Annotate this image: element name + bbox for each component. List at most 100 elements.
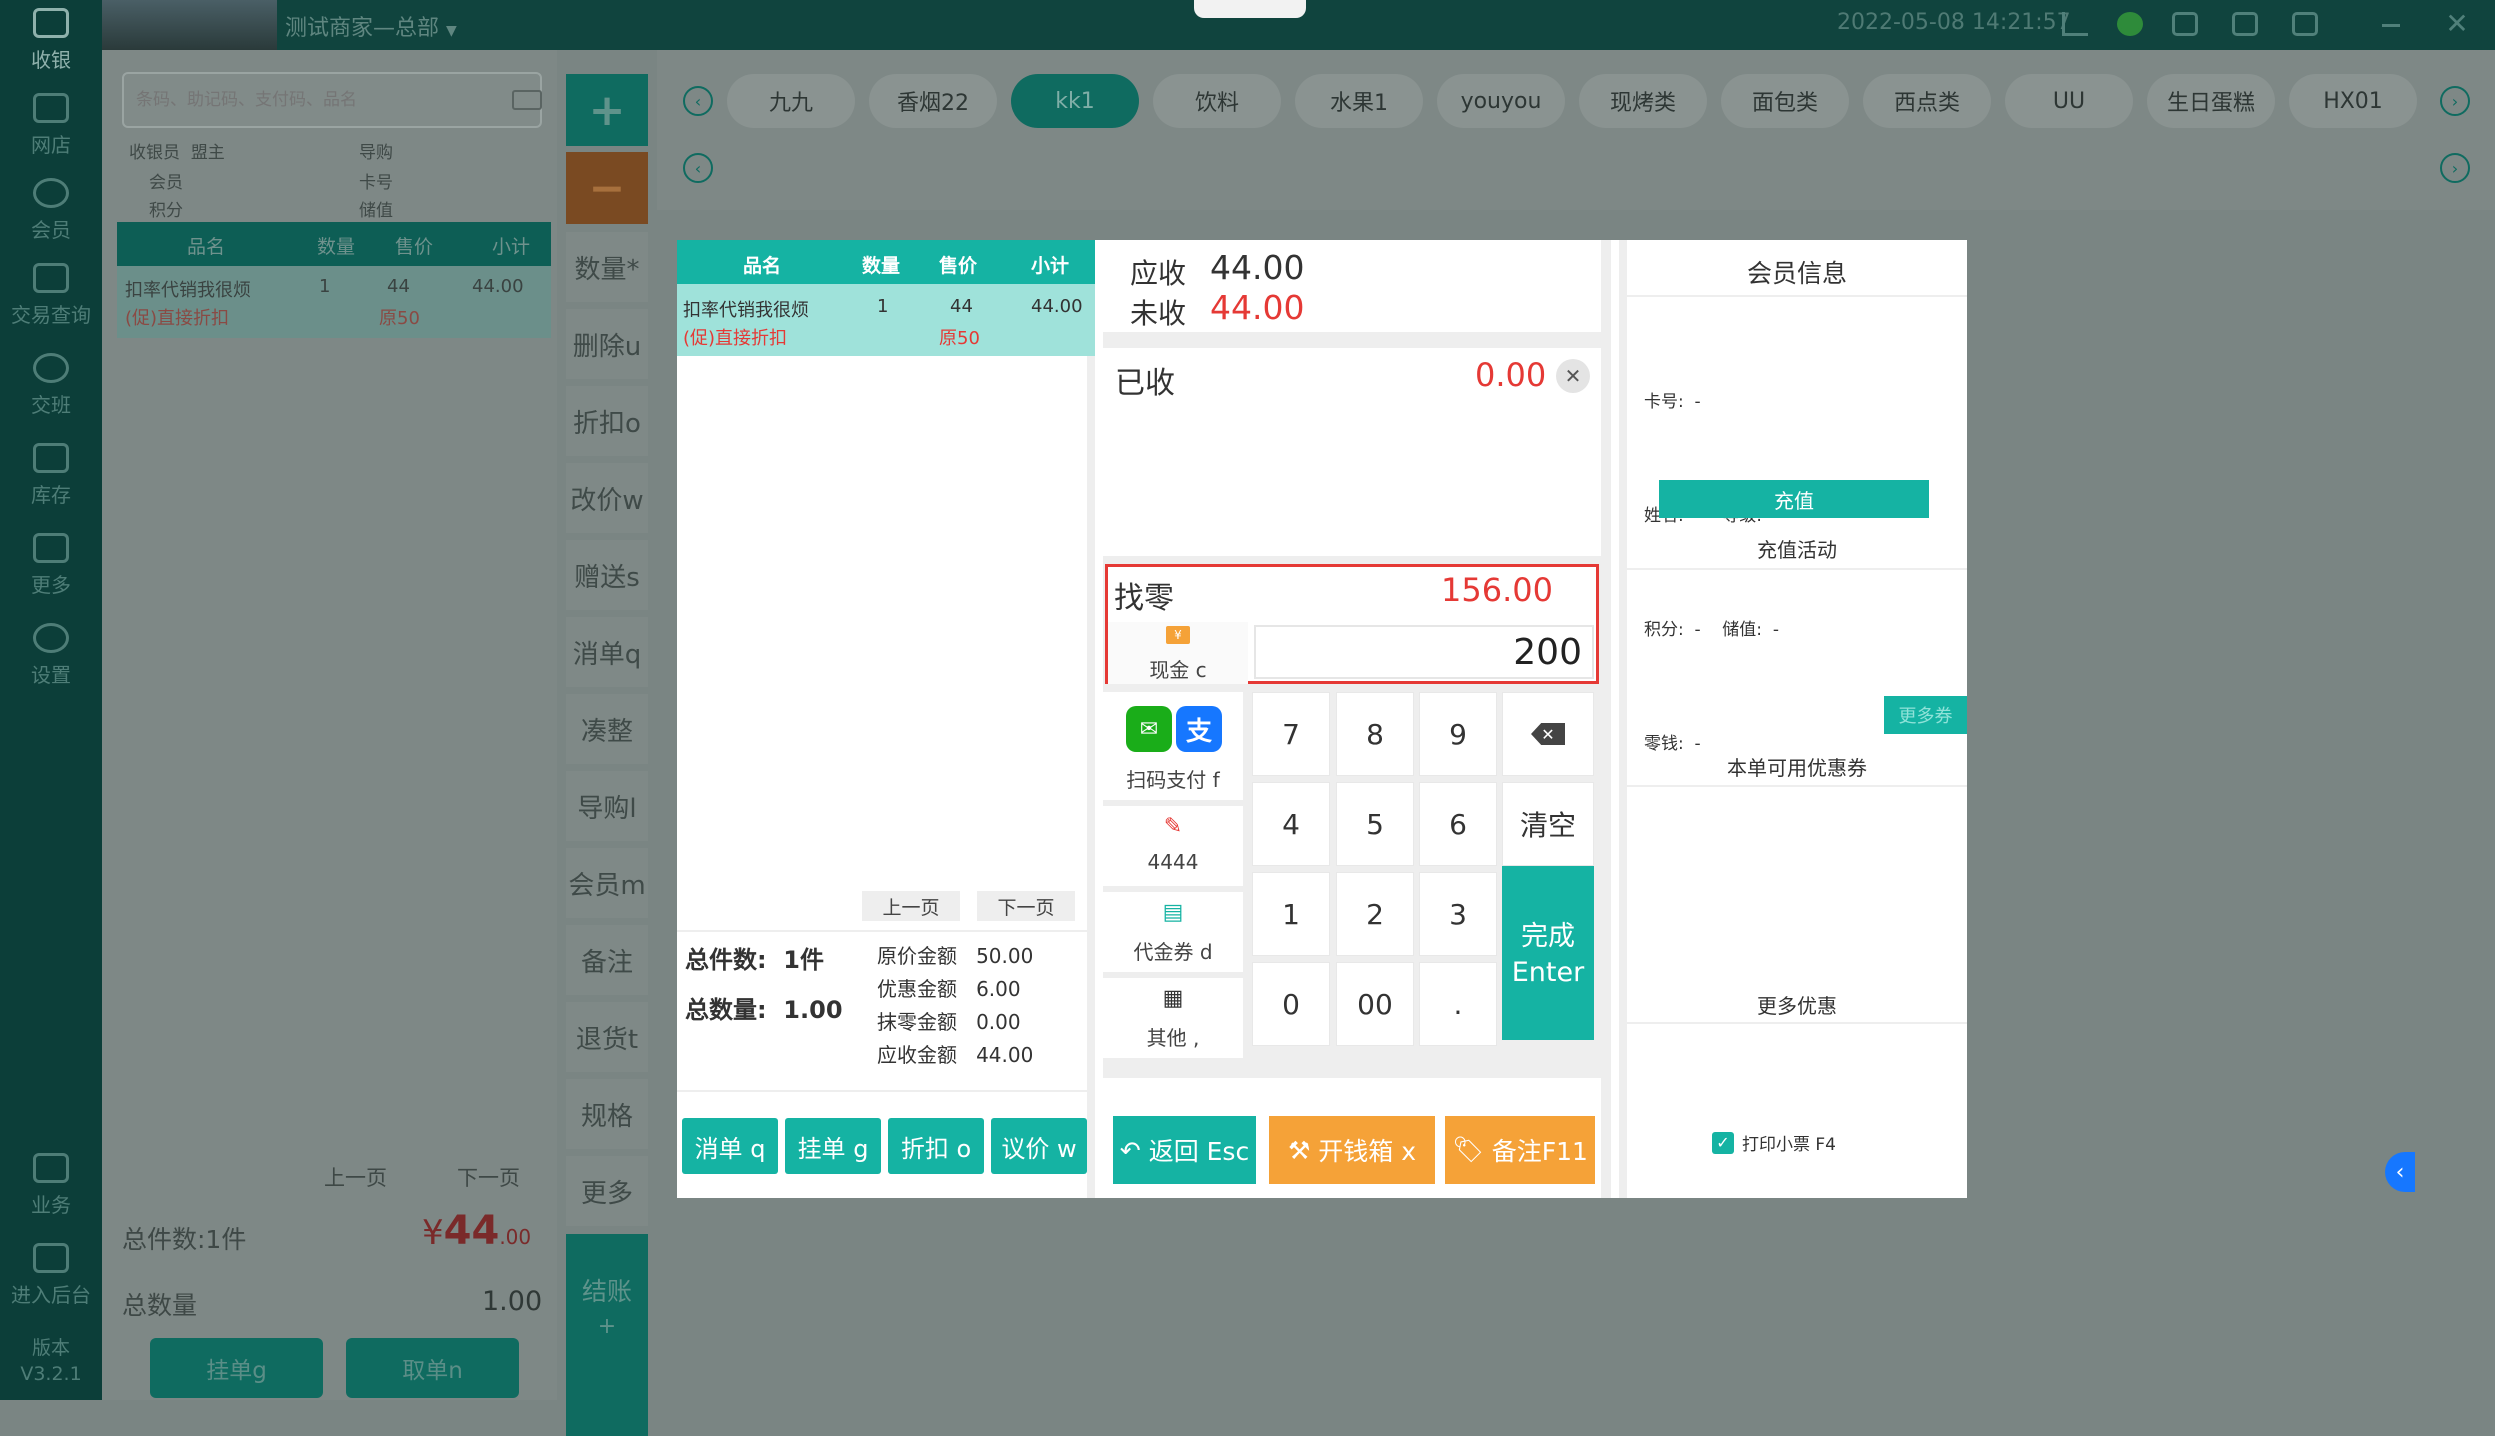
open-drawer-button[interactable]: ⚒ 开钱箱 x — [1269, 1116, 1435, 1184]
dialog-negotiate-price-button[interactable]: 议价 w — [991, 1118, 1087, 1174]
category-tab-active[interactable]: kk1 — [1011, 74, 1139, 128]
subcategory-next-icon[interactable]: › — [2440, 153, 2470, 183]
pay-method-cash[interactable]: ¥ 现金 c — [1108, 622, 1248, 684]
retrieve-order-button[interactable]: 取单n — [346, 1338, 519, 1398]
key-4[interactable]: 4 — [1252, 782, 1330, 866]
key-7[interactable]: 7 — [1252, 692, 1330, 776]
pay-method-qr[interactable]: ✉ 支 扫码支付 f — [1103, 692, 1243, 800]
print-receipt-checkbox[interactable]: ✓ 打印小票 F4 — [1712, 1130, 1836, 1155]
add-button[interactable]: + — [566, 74, 648, 146]
nav-item-shift[interactable]: 交班 — [0, 345, 102, 425]
key-3[interactable]: 3 — [1419, 872, 1497, 956]
search-box[interactable] — [122, 72, 542, 128]
category-tab[interactable]: 面包类 — [1721, 74, 1849, 128]
category-tab[interactable]: 香烟22 — [869, 74, 997, 128]
key-dot[interactable]: . — [1419, 962, 1497, 1046]
guide-button[interactable]: 导购l — [566, 771, 648, 841]
gift-button[interactable]: 赠送s — [566, 540, 648, 610]
nav-item-backend[interactable]: 进入后台 — [0, 1235, 102, 1315]
nav-item-settings[interactable]: 设置 — [0, 615, 102, 695]
nav-item-cashier[interactable]: 收银 — [0, 0, 102, 80]
hold-order-button[interactable]: 挂单g — [150, 1338, 323, 1398]
key-5[interactable]: 5 — [1336, 782, 1414, 866]
nav-item-member[interactable]: 会员 — [0, 170, 102, 250]
minus-button[interactable]: − — [566, 152, 648, 224]
pay-method-other[interactable]: ▦ 其他 , — [1103, 978, 1243, 1058]
spec-button[interactable]: 规格 — [566, 1079, 648, 1149]
shirt-icon[interactable] — [2232, 12, 2258, 36]
recharge-button[interactable]: 充值 — [1659, 480, 1929, 518]
remote-toolbar[interactable] — [1194, 0, 1306, 18]
nav-item-business[interactable]: 业务 — [0, 1145, 102, 1225]
note-f11-button[interactable]: 🏷 备注F11 — [1445, 1116, 1595, 1184]
checkout-button[interactable]: 结账 + — [566, 1234, 648, 1436]
complete-label: 完成 — [1521, 921, 1575, 952]
search-input[interactable] — [134, 82, 474, 118]
subcategory-prev-icon[interactable]: ‹ — [683, 153, 713, 183]
more-coupons-button[interactable]: 更多券 — [1884, 696, 1967, 734]
table-row[interactable]: 扣率代销我很烦 1 44 44.00 (促)直接折扣 原50 — [677, 284, 1095, 356]
category-tab[interactable]: UU — [2005, 74, 2133, 128]
nav-item-more[interactable]: 更多 — [0, 525, 102, 605]
checkbox-checked-icon: ✓ — [1712, 1131, 1734, 1154]
nav-item-online-store[interactable]: 网店 — [0, 85, 102, 165]
category-tab[interactable]: 饮料 — [1153, 74, 1281, 128]
category-tab[interactable]: HX01 — [2289, 74, 2417, 128]
nav-item-transactions[interactable]: 交易查询 — [0, 255, 102, 335]
category-tab[interactable]: 水果1 — [1295, 74, 1423, 128]
category-prev-icon[interactable]: ‹ — [683, 86, 713, 116]
more-discounts[interactable]: 更多优惠 — [1627, 990, 1967, 1019]
more-button[interactable]: 更多 — [566, 1156, 648, 1226]
nav-item-inventory[interactable]: 库存 — [0, 435, 102, 515]
key-2[interactable]: 2 — [1336, 872, 1414, 956]
category-next-icon[interactable]: › — [2440, 86, 2470, 116]
pay-method-voucher[interactable]: ▤ 代金券 d — [1103, 892, 1243, 972]
category-tab[interactable]: 生日蛋糕 — [2147, 74, 2275, 128]
member-button[interactable]: 会员m — [566, 848, 648, 918]
cashier-label: 收银员 — [129, 143, 180, 163]
recharge-activity[interactable]: 充值活动 — [1627, 534, 1967, 563]
store-selector[interactable]: 测试商家—总部 ▼ — [285, 10, 457, 42]
category-tab[interactable]: 九九 — [727, 74, 855, 128]
next-page-button[interactable]: 下一页 — [457, 1162, 520, 1192]
amount-input[interactable] — [1254, 625, 1594, 679]
quantity-button[interactable]: 数量* — [566, 232, 648, 302]
change-price-button[interactable]: 改价w — [566, 463, 648, 533]
category-tab[interactable]: 现烤类 — [1579, 74, 1707, 128]
voucher-icon: ▤ — [1162, 899, 1184, 925]
dialog-discount-button[interactable]: 折扣 o — [888, 1118, 984, 1174]
clear-key[interactable]: 清空 — [1502, 782, 1594, 866]
keyboard-icon[interactable] — [512, 90, 542, 110]
key-8[interactable]: 8 — [1336, 692, 1414, 776]
cancel-order-button[interactable]: 消单q — [566, 617, 648, 687]
pay-method-custom[interactable]: ✎ 4444 — [1103, 806, 1243, 886]
table-row[interactable]: 扣率代销我很烦 1 44 44.00 (促)直接折扣 原50 — [117, 266, 551, 338]
dialog-prev-page-button[interactable]: 上一页 — [862, 891, 960, 921]
delete-button[interactable]: 删除u — [566, 309, 648, 379]
complete-button[interactable]: 完成 Enter — [1502, 866, 1594, 1040]
return-button[interactable]: 退货t — [566, 1002, 648, 1072]
key-9[interactable]: 9 — [1419, 692, 1497, 776]
prev-page-button[interactable]: 上一页 — [324, 1162, 387, 1192]
chevron-left-icon[interactable]: ‹ — [2385, 1152, 2415, 1192]
discount-button[interactable]: 折扣o — [566, 386, 648, 456]
note-button[interactable]: 备注 — [566, 925, 648, 995]
dialog-total-items: 总件数: 1件 — [685, 946, 825, 974]
dialog-cancel-order-button[interactable]: 消单 q — [682, 1118, 778, 1174]
dialog-hold-order-button[interactable]: 挂单 g — [785, 1118, 881, 1174]
backspace-key[interactable]: ✕ — [1502, 692, 1594, 776]
key-0[interactable]: 0 — [1252, 962, 1330, 1046]
close-icon[interactable]: ✕ — [2442, 7, 2472, 40]
key-00[interactable]: 00 — [1336, 962, 1414, 1046]
back-button[interactable]: ↶ 返回 Esc — [1113, 1116, 1256, 1184]
clear-paid-icon[interactable]: ✕ — [1556, 359, 1590, 393]
dialog-next-page-button[interactable]: 下一页 — [977, 891, 1075, 921]
category-tab[interactable]: 西点类 — [1863, 74, 1991, 128]
message-icon[interactable] — [2172, 12, 2198, 36]
switch-icon[interactable] — [2292, 12, 2318, 36]
round-button[interactable]: 凑整 — [566, 694, 648, 764]
minimize-icon[interactable] — [2382, 24, 2400, 27]
key-6[interactable]: 6 — [1419, 782, 1497, 866]
key-1[interactable]: 1 — [1252, 872, 1330, 956]
category-tab[interactable]: youyou — [1437, 74, 1565, 128]
